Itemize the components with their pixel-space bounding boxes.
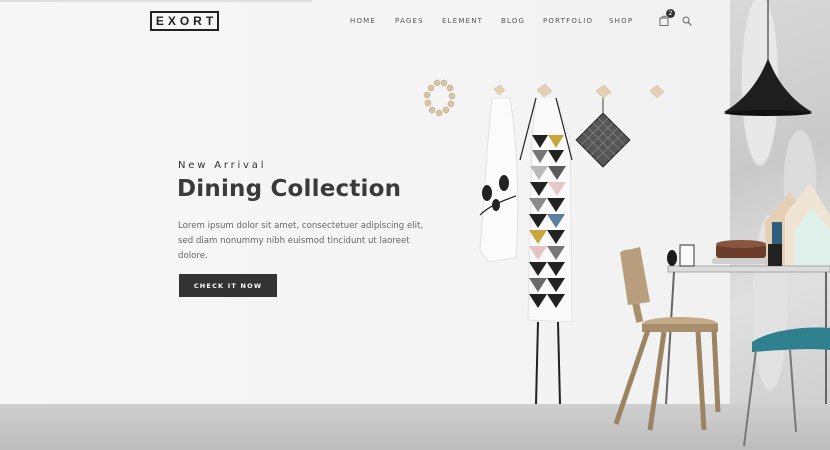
hero-title: Dining Collection (177, 176, 402, 202)
nav-pages[interactable]: PAGES (395, 17, 424, 25)
nav-element[interactable]: ELEMENT (442, 17, 483, 25)
nav-home[interactable]: HOME (350, 17, 376, 25)
bead-ring (423, 79, 456, 117)
check-it-now-button[interactable]: CHECK IT NOW (179, 274, 277, 297)
nav-portfolio[interactable]: PORTFOLIO (543, 17, 593, 25)
hero-description: Lorem ipsum dolor sit amet, consectetuer… (178, 221, 424, 261)
search-icon[interactable] (682, 16, 692, 26)
brand-logo[interactable]: EXORT (150, 11, 219, 31)
hero-eyebrow: New Arrival (178, 160, 267, 171)
hero-slider: EXORT HOME PAGES ELEMENT BLOG PORTFOLIO … (0, 0, 830, 450)
nav-shop[interactable]: SHOP (609, 17, 633, 25)
nav-blog[interactable]: BLOG (501, 17, 525, 25)
cart-count-badge: 2 (666, 9, 675, 18)
